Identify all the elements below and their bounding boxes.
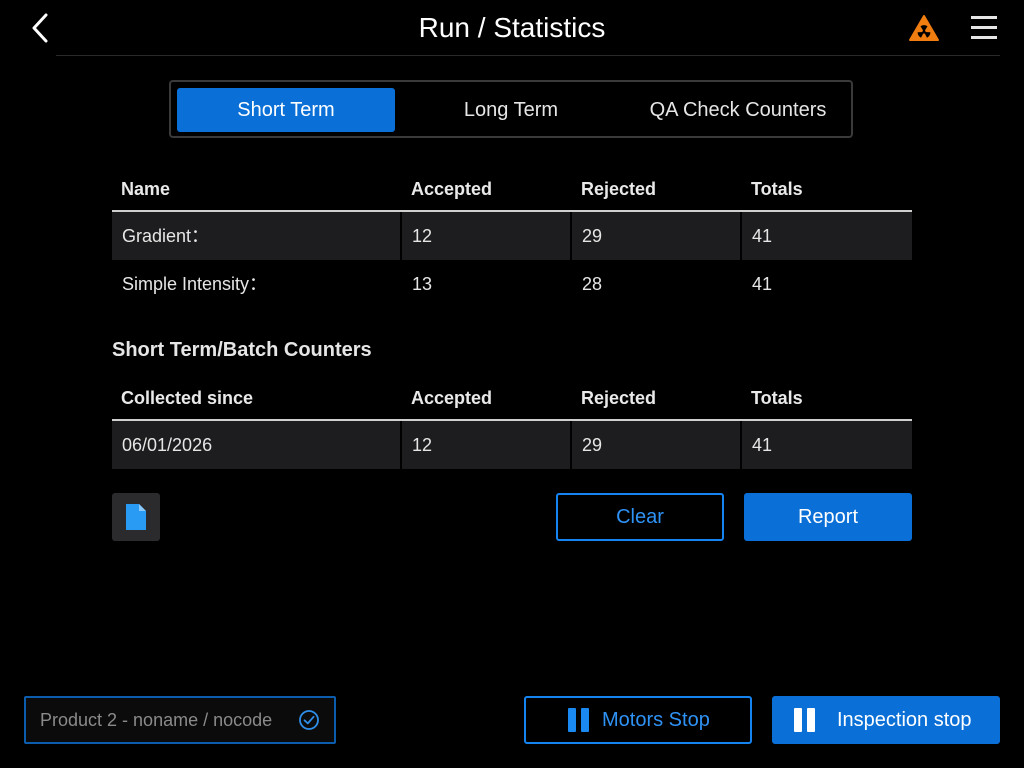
- column-header-totals: Totals: [751, 388, 803, 408]
- clear-button[interactable]: Clear: [556, 493, 724, 541]
- product-label: Product 2 - noname / nocode: [40, 710, 273, 730]
- row-accepted: 13: [412, 274, 433, 294]
- row-rejected: 29: [572, 212, 740, 260]
- product-selector[interactable]: Product 2 - noname / nocode: [24, 696, 336, 744]
- row-totals: 41: [752, 274, 773, 294]
- column-header-accepted: Accepted: [411, 388, 493, 408]
- header-divider: [56, 55, 1000, 56]
- check-circle-icon: [299, 710, 319, 730]
- row-rejected: 29: [572, 421, 740, 469]
- row-rejected: 28: [582, 274, 603, 294]
- warning-button[interactable]: [908, 13, 940, 43]
- document-icon: [126, 504, 146, 530]
- inspection-stop-button[interactable]: Inspection stop: [772, 696, 1000, 744]
- row-collected-since: 06/01/2026: [112, 421, 400, 469]
- hamburger-menu-icon: [971, 16, 997, 39]
- statistics-table: Name Accepted Rejected Totals Gradient： …: [112, 169, 912, 309]
- inspection-stop-label: Inspection stop: [837, 709, 972, 731]
- export-document-button[interactable]: [112, 493, 160, 541]
- page-title: Run / Statistics: [418, 12, 606, 43]
- motors-stop-label: Motors Stop: [602, 709, 710, 731]
- row-accepted: 12: [402, 212, 570, 260]
- pause-icon: [794, 708, 818, 732]
- column-header-rejected: Rejected: [581, 388, 657, 408]
- tab-switcher: Short Term Long Term QA Check Counters: [169, 80, 853, 138]
- top-bar: Run / Statistics: [0, 0, 1024, 56]
- pause-icon: [568, 708, 592, 732]
- report-button[interactable]: Report: [744, 493, 912, 541]
- table-row: 06/01/2026 12 29 41: [112, 421, 912, 469]
- row-accepted: 12: [402, 421, 570, 469]
- table-row: Simple Intensity： 13 28 41: [112, 260, 912, 308]
- row-name: Gradient：: [112, 212, 400, 260]
- menu-button[interactable]: [968, 13, 1000, 43]
- row-totals: 41: [742, 421, 912, 469]
- table-header: Collected since Accepted Rejected Totals: [112, 378, 912, 418]
- batch-counters-table: Collected since Accepted Rejected Totals…: [112, 378, 912, 470]
- column-header-accepted: Accepted: [411, 179, 493, 199]
- motors-stop-button[interactable]: Motors Stop: [524, 696, 752, 744]
- section-title: Short Term/Batch Counters: [112, 339, 372, 361]
- table-row: Gradient： 12 29 41: [112, 212, 912, 260]
- tab-long-term[interactable]: Long Term: [401, 88, 621, 132]
- row-name: Simple Intensity：: [122, 274, 268, 294]
- column-header-name: Name: [121, 179, 171, 199]
- radiation-warning-icon: [909, 15, 939, 41]
- tab-qa-check-counters[interactable]: QA Check Counters: [627, 88, 849, 132]
- tab-short-term[interactable]: Short Term: [177, 88, 395, 132]
- row-totals: 41: [742, 212, 912, 260]
- table-header: Name Accepted Rejected Totals: [112, 169, 912, 209]
- column-header-totals: Totals: [751, 179, 803, 199]
- column-header-collected-since: Collected since: [121, 388, 254, 408]
- column-header-rejected: Rejected: [581, 179, 657, 199]
